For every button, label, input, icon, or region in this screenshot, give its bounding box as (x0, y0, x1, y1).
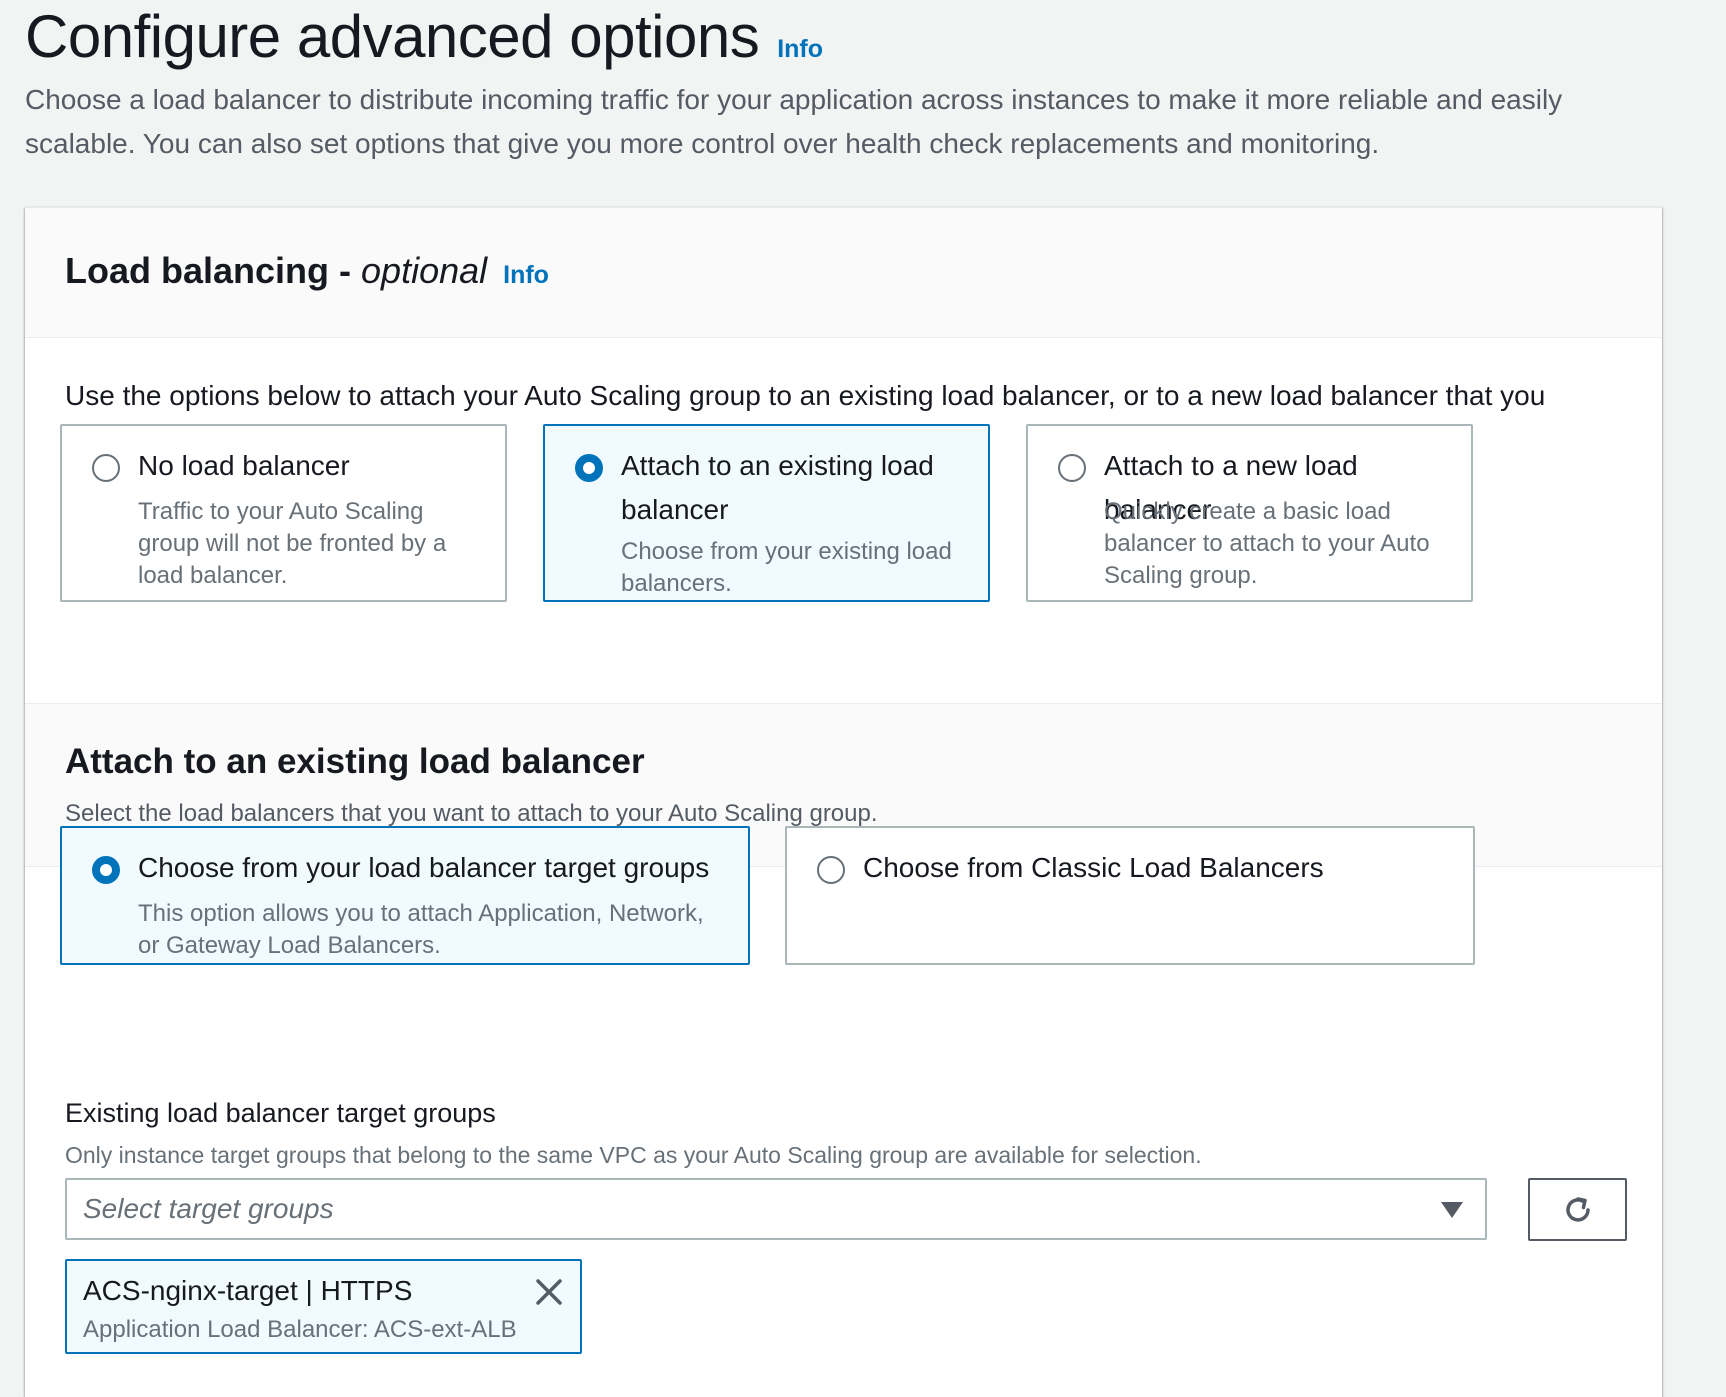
load-balancing-container: Load balancing - optional Info Use the o… (25, 207, 1662, 1397)
option-existing-load-balancer[interactable]: Attach to an existing load balancer Choo… (543, 424, 990, 602)
option-description: Quickly create a basic load balancer to … (1104, 498, 1430, 589)
target-groups-select[interactable]: Select target groups (65, 1178, 1487, 1240)
option-no-load-balancer[interactable]: No load balancer Traffic to your Auto Sc… (60, 424, 507, 602)
option-classic-load-balancers[interactable]: Choose from Classic Load Balancers (785, 826, 1475, 965)
option-target-groups[interactable]: Choose from your load balancer target gr… (60, 826, 750, 965)
load-balancing-header: Load balancing - optional Info (25, 208, 1662, 338)
option-label: Choose from your load balancer target gr… (138, 852, 710, 883)
option-label: Choose from Classic Load Balancers (863, 852, 1324, 883)
option-label: Attach to an existing load balancer (621, 450, 934, 525)
page-info-link[interactable]: Info (777, 35, 823, 64)
target-groups-label: Existing load balancer target groups (65, 1098, 496, 1128)
radio-new-load-balancer[interactable] (1058, 454, 1086, 482)
option-label: No load balancer (138, 450, 350, 481)
load-balancing-info-link[interactable]: Info (503, 261, 549, 290)
option-description: This option allows you to attach Applica… (138, 900, 704, 959)
token-description: Application Load Balancer: ACS-ext-ALB (83, 1316, 517, 1343)
close-icon[interactable] (532, 1275, 566, 1309)
existing-lb-title: Attach to an existing load balancer (65, 742, 645, 781)
optional-label: optional (361, 250, 488, 291)
radio-no-load-balancer[interactable] (92, 454, 120, 482)
option-new-load-balancer[interactable]: Attach to a new load balancer Quickly cr… (1026, 424, 1473, 602)
target-groups-description: Only instance target groups that belong … (65, 1142, 1202, 1168)
select-placeholder: Select target groups (83, 1193, 334, 1224)
refresh-button[interactable] (1528, 1178, 1627, 1241)
option-description: Choose from your existing load balancers… (621, 538, 952, 597)
radio-target-groups[interactable] (92, 856, 120, 884)
page-description: Choose a load balancer to distribute inc… (25, 84, 1563, 159)
page-title: Configure advanced options (25, 3, 760, 70)
caret-down-icon (1441, 1202, 1463, 1218)
existing-lb-description: Select the load balancers that you want … (65, 800, 878, 827)
selected-target-group-token: ACS-nginx-target | HTTPS Application Loa… (65, 1259, 582, 1354)
radio-classic-load-balancers[interactable] (817, 856, 845, 884)
option-description: Traffic to your Auto Scaling group will … (138, 498, 447, 589)
token-label: ACS-nginx-target | HTTPS (83, 1275, 413, 1306)
radio-existing-load-balancer[interactable] (575, 454, 603, 482)
load-balancing-title: Load balancing - optional (65, 250, 488, 291)
page-title-row: Configure advanced options Info (25, 2, 823, 71)
refresh-icon (1565, 1196, 1590, 1222)
page: Configure advanced options Info Choose a… (0, 0, 1726, 1397)
